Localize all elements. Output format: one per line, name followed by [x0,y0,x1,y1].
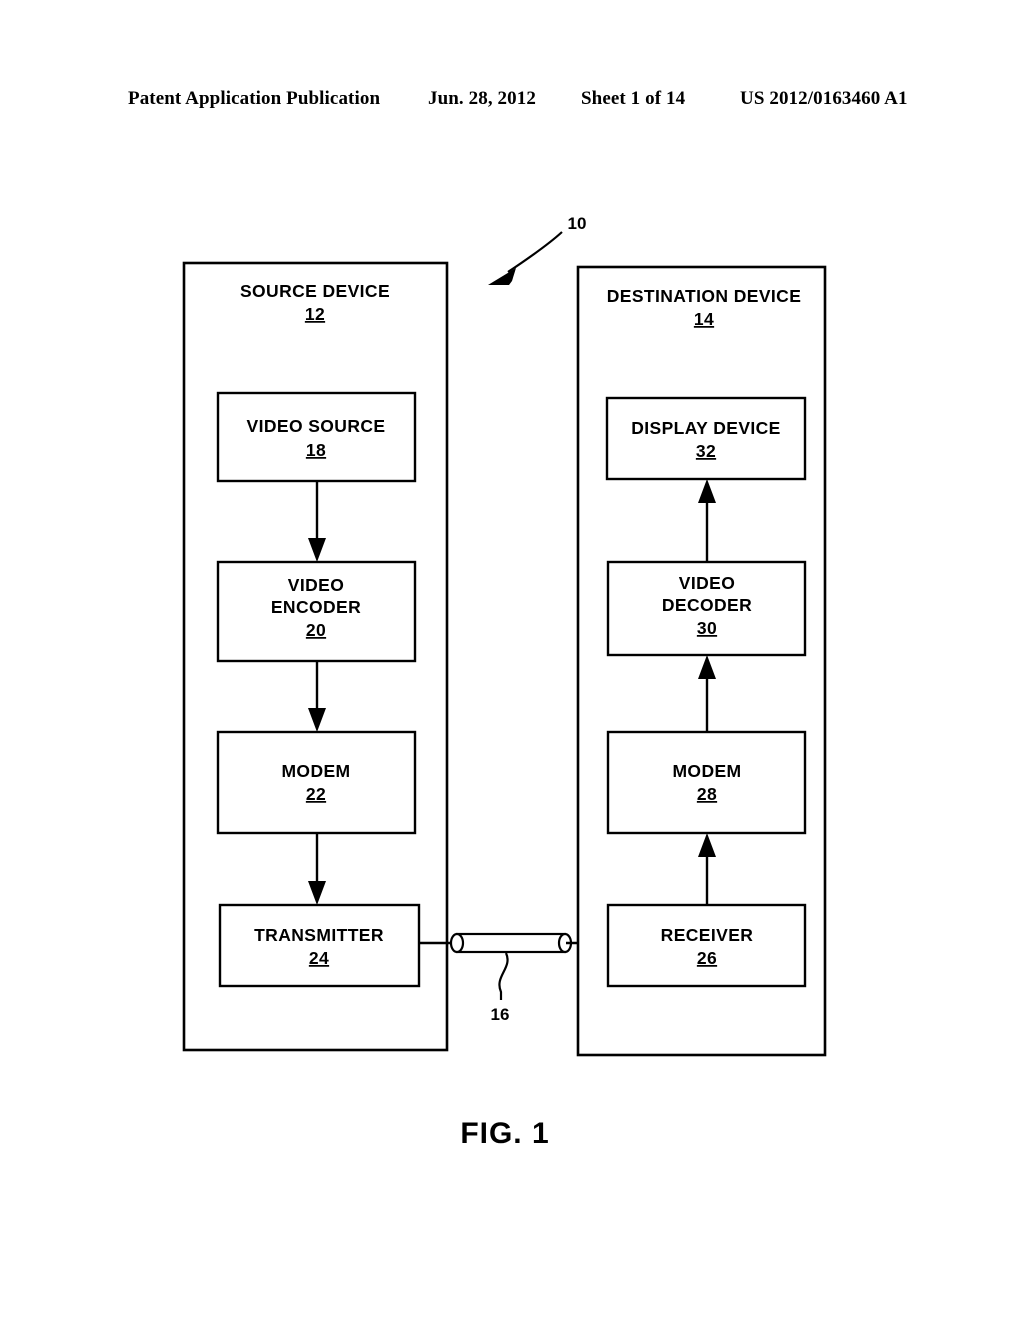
receiver-label: RECEIVER [661,925,754,945]
channel-lead-line [498,952,509,1000]
system-lead-line [507,231,563,273]
figure-caption: FIG. 1 [460,1117,549,1150]
video-encoder-block: VIDEO ENCODER 20 [216,560,417,663]
destination-modem-box [606,730,807,835]
system-reference: 10 [568,214,587,233]
destination-modem-label: MODEM [672,761,741,781]
transmitter-box [218,903,421,988]
channel-reference: 16 [491,1005,510,1024]
video-decoder-label-line2: DECODER [662,595,752,615]
video-source-box [216,391,417,483]
video-source-block: VIDEO SOURCE 18 [216,391,417,483]
display-device-box [605,396,807,481]
source-modem-reference: 22 [306,784,326,804]
video-source-label: VIDEO SOURCE [247,416,386,436]
transmitter-reference: 24 [309,948,329,968]
receiver-reference: 26 [697,948,717,968]
transmitter-block: TRANSMITTER 24 [218,903,421,988]
system-reference-callout: 10 [488,214,586,285]
video-decoder-label-line1: VIDEO [679,573,735,593]
source-modem-box [216,730,417,835]
source-device-reference: 12 [305,304,325,324]
display-device-label: DISPLAY DEVICE [631,418,781,438]
receiver-block: RECEIVER 26 [606,903,807,988]
figure-1-diagram: SOURCE DEVICE 12 VIDEO SOURCE 18 VIDEO E… [182,214,827,1150]
destination-device-title: DESTINATION DEVICE [607,286,802,306]
video-decoder-reference: 30 [697,618,717,638]
display-device-reference: 32 [696,441,716,461]
source-device-title: SOURCE DEVICE [240,281,390,301]
source-modem-block: MODEM 22 [216,730,417,835]
destination-modem-reference: 28 [697,784,717,804]
destination-modem-block: MODEM 28 [606,730,807,835]
display-device-block: DISPLAY DEVICE 32 [605,396,807,481]
video-source-reference: 18 [306,440,326,460]
receiver-box [606,903,807,988]
destination-device-reference: 14 [694,309,714,329]
video-decoder-block: VIDEO DECODER 30 [606,560,807,657]
channel-cylinder-body [455,932,567,954]
video-encoder-label-line2: ENCODER [271,597,361,617]
transmitter-label: TRANSMITTER [254,925,384,945]
channel-cylinder-left-cap [449,932,465,954]
source-modem-label: MODEM [281,761,350,781]
video-encoder-label-line1: VIDEO [288,575,344,595]
video-encoder-reference: 20 [306,620,326,640]
